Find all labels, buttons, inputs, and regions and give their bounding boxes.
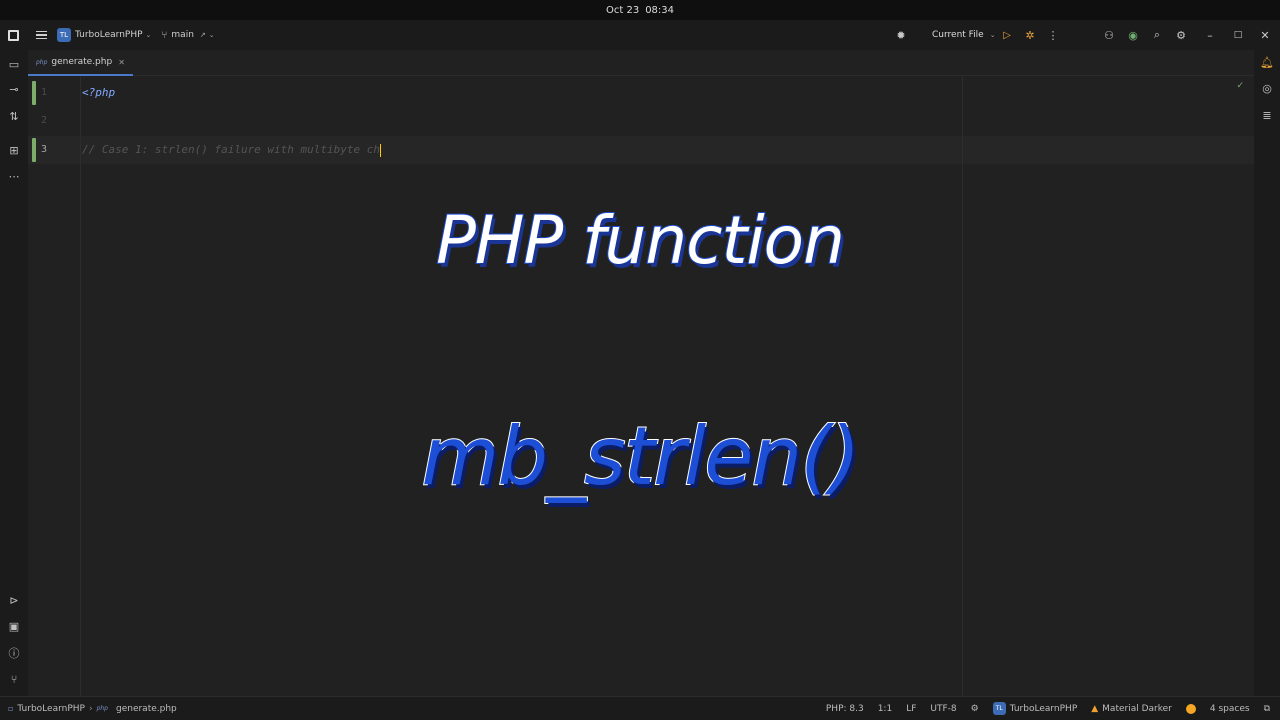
branch-name: main [171, 30, 194, 40]
vcs-change-marker[interactable] [32, 138, 36, 162]
maximize-icon[interactable]: □ [1230, 27, 1246, 43]
line-ending[interactable]: LF [906, 704, 916, 714]
run-icon[interactable]: ⊳ [6, 592, 22, 608]
add-user-icon[interactable]: ⚇ [1101, 27, 1117, 43]
main-menu-icon[interactable] [36, 30, 47, 40]
search-icon[interactable]: ⌕ [1149, 27, 1165, 43]
indent-setting[interactable]: 4 spaces [1210, 704, 1250, 714]
line-number: 2 [41, 115, 48, 126]
structure-icon[interactable]: ⊞ [6, 142, 22, 158]
chevron-down-icon: ⌄ [208, 31, 215, 39]
code-editor[interactable]: ✓ 1 2 3 <?php // Case 1: strlen() failur… [28, 77, 1254, 696]
theme-name: Material Darker [1102, 703, 1172, 714]
line-number: 1 [41, 87, 48, 98]
commit-icon[interactable]: ⊸ [6, 81, 22, 97]
breadcrumb: ▫ TurboLearnPHP › php generate.php [8, 704, 177, 714]
close-window-icon[interactable]: ✕ [1257, 27, 1273, 43]
run-configuration-label: Current File [932, 30, 984, 40]
settings-gear-icon[interactable]: ⚙ [1173, 27, 1189, 43]
ide-title-bar: TL TurboLearnPHP ⌄ ⑂ main ↗ ⌄ ✹ Current … [0, 20, 1280, 50]
more-actions-icon[interactable]: ⋮ [1045, 27, 1061, 43]
git-icon[interactable]: ⑂ [6, 671, 22, 687]
run-configuration-selector[interactable]: Current File ⌄ [932, 30, 996, 40]
system-clock[interactable]: Oct 23 08:34 [606, 5, 674, 16]
terminal-icon[interactable]: ▣ [6, 618, 22, 634]
code-comment: // Case 1: strlen() failure with multiby… [82, 143, 381, 156]
project-indicator[interactable]: TL TurboLearnPHP [992, 702, 1078, 715]
php-file-icon: php [96, 705, 108, 712]
project-name: TurboLearnPHP [1009, 703, 1078, 714]
project-folder-icon: ▫ [8, 704, 14, 713]
line-number: 3 [41, 144, 48, 155]
breadcrumb-project[interactable]: TurboLearnPHP [17, 704, 85, 714]
bug-sweeper-icon[interactable]: ✹ [893, 27, 909, 43]
database-icon[interactable]: ≣ [1259, 107, 1275, 123]
debug-icon[interactable]: ✲ [1022, 27, 1038, 43]
vcs-change-marker[interactable] [32, 81, 36, 105]
branch-selector[interactable]: ⑂ main ↗ ⌄ [151, 30, 214, 41]
project-selector[interactable]: TL TurboLearnPHP ⌄ [47, 28, 151, 42]
close-icon[interactable]: ✕ [118, 58, 125, 67]
overlay-title: PHP function [435, 201, 846, 280]
project-badge: TL [57, 28, 71, 42]
system-date: Oct 23 [605, 4, 640, 16]
inspection-ok-icon[interactable]: ✓ [1236, 81, 1244, 91]
text-caret [380, 143, 382, 157]
breadcrumb-file[interactable]: generate.php [116, 704, 177, 714]
editor-tab-bar: php generate.php ✕ [28, 50, 1254, 76]
code-line[interactable]: <?php [82, 86, 115, 99]
php-version[interactable]: PHP: 8.3 [826, 704, 864, 714]
left-tool-window-bar: ▭ ⊸ ⇅ ⊞ ⋯ ⊳ ▣ ⓘ ⑂ [0, 50, 28, 696]
theme-dot-icon [1185, 703, 1196, 714]
theme-selector[interactable]: ▲ Material Darker [1091, 704, 1172, 714]
material-theme-icon: ▲ [1091, 703, 1099, 714]
code-line-current[interactable]: // Case 1: strlen() failure with multiby… [82, 143, 382, 157]
ai-status-icon[interactable]: ◉ [1125, 27, 1141, 43]
chevron-down-icon: ⌄ [989, 31, 996, 39]
ide-logo-icon [8, 29, 19, 41]
overlay-function-name: mb_strlen() [420, 409, 861, 504]
system-top-bar: Oct 23 08:34 [0, 0, 1280, 20]
file-encoding[interactable]: UTF-8 [930, 704, 956, 714]
more-icon[interactable]: ⋯ [6, 168, 22, 184]
php-file-icon: php [36, 58, 48, 66]
tab-label: generate.php [51, 57, 113, 67]
notifications-icon[interactable]: 🔔︎ [1259, 54, 1275, 70]
ai-assistant-icon[interactable]: ◎ [1259, 80, 1275, 96]
gutter-divider [80, 77, 81, 696]
theme-color-indicator[interactable] [1185, 703, 1196, 714]
run-icon[interactable]: ▷ [999, 27, 1015, 43]
tab-generate-php[interactable]: php generate.php ✕ [28, 50, 133, 76]
folder-icon[interactable]: ▭ [6, 56, 22, 72]
caret-position[interactable]: 1:1 [878, 704, 892, 714]
problems-icon[interactable]: ⓘ [6, 645, 22, 661]
status-bar: ▫ TurboLearnPHP › php generate.php PHP: … [0, 696, 1280, 720]
project-badge: TL [992, 702, 1006, 715]
pull-request-icon[interactable]: ⇅ [6, 108, 22, 124]
pin-icon: ↗ [199, 31, 206, 39]
system-time: 08:34 [645, 4, 675, 16]
right-margin-guide [962, 77, 963, 696]
minimize-icon[interactable]: – [1202, 27, 1218, 43]
read-only-toggle-icon[interactable]: ⧉ [1264, 704, 1270, 714]
branch-icon: ⑂ [161, 29, 168, 41]
power-save-icon[interactable]: ⚙ [971, 704, 979, 714]
project-name: TurboLearnPHP [75, 30, 143, 40]
chevron-right-icon: › [88, 703, 93, 714]
right-tool-window-bar: 🔔︎ ◎ ≣ [1254, 50, 1280, 696]
